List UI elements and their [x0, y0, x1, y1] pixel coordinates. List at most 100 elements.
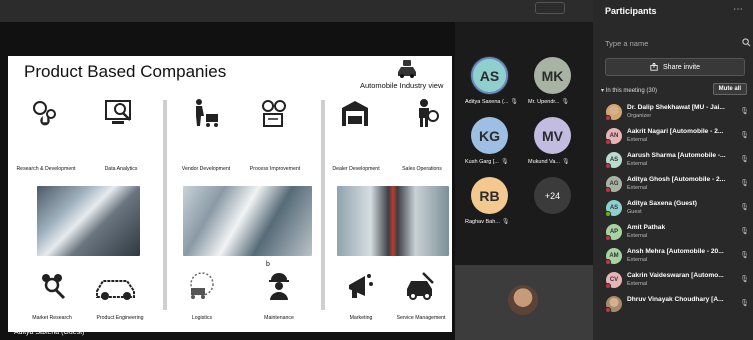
avatar: AS: [605, 200, 622, 217]
mic-off-icon[interactable]: 🎙: [740, 275, 749, 283]
tile-name: Kush Garg [...: [465, 159, 499, 165]
participant-name: Aditya Saxena (Guest): [627, 200, 697, 207]
maintenance-label: Maintenance: [264, 315, 294, 321]
mic-off-icon[interactable]: 🎙: [740, 107, 749, 115]
car-dealer-photo: [337, 186, 449, 256]
gallery-tile[interactable]: MV Mukund Va... 🎙: [528, 117, 571, 165]
participant-row[interactable]: Dhruv Vinayak Choudhary [A... 🎙: [593, 292, 753, 316]
mic-off-icon[interactable]: 🎙: [740, 155, 749, 163]
participant-name: Ansh Mehra [Automobile - 20...: [627, 248, 724, 255]
mute-all-button[interactable]: Mute all: [712, 83, 747, 95]
self-video-tile[interactable]: [455, 265, 593, 340]
tile-name: Mr. Upendr...: [528, 99, 560, 105]
gallery-tile[interactable]: KG Kush Garg [... 🎙: [465, 117, 509, 165]
avatar: AN: [605, 128, 622, 145]
participant-row[interactable]: Dr. Dalip Shekhawat [MU - Jai... Organize…: [593, 100, 753, 124]
avatar: MK: [534, 57, 571, 94]
mic-off-icon[interactable]: 🎙: [740, 131, 749, 139]
participant-row[interactable]: AM Ansh Mehra [Automobile - 20... External…: [593, 244, 753, 268]
section-divider: [163, 100, 167, 310]
participant-role: External: [627, 137, 648, 143]
search-input[interactable]: [605, 36, 751, 50]
automobile-industry-label: Automobile Industry view: [360, 81, 444, 90]
participants-list: Dr. Dalip Shekhawat [MU - Jai... Organize…: [593, 100, 753, 316]
shared-content-stage: Product Based Companies Automobile Indus…: [0, 22, 455, 340]
presence-status-icon: [605, 307, 611, 313]
mic-off-icon: 🎙: [510, 99, 519, 105]
presentation-slide: Product Based Companies Automobile Indus…: [8, 56, 452, 332]
avatar-initials: AS: [609, 157, 619, 163]
logistics-icon: [183, 271, 221, 301]
more-participants-tile[interactable]: +24: [534, 177, 571, 214]
participant-row[interactable]: CV Cakrin Vaideswaran [Automo... External 🎙: [593, 268, 753, 292]
car-factory-photo: [183, 186, 312, 256]
data-analytics-label: Data Analytics: [104, 166, 138, 172]
participant-role: External: [627, 281, 648, 287]
presenter-name: Aditya Saxena (Guest): [14, 329, 85, 336]
toolbar-button[interactable]: [535, 2, 565, 14]
gallery-tile[interactable]: RB Raghav Bah... 🎙: [465, 177, 509, 225]
presence-status-icon: [605, 211, 611, 217]
section-divider: [321, 100, 325, 310]
presence-status-icon: [605, 187, 611, 193]
vendor-development-label: Vendor Development: [181, 166, 231, 172]
avatar: [605, 104, 622, 121]
dealer-development-icon: [340, 98, 370, 128]
more-options-icon[interactable]: ⋯: [733, 4, 743, 15]
panel-title: Participants: [605, 6, 657, 16]
presence-status-icon: [605, 259, 611, 265]
avatar: KG: [471, 117, 508, 154]
tile-name: Raghav Bah...: [465, 219, 500, 225]
participant-role: External: [627, 161, 648, 167]
share-invite-button[interactable]: Share invite: [605, 58, 745, 76]
participant-role: Organizer: [627, 113, 652, 119]
slide-title: Product Based Companies: [24, 62, 227, 81]
gallery-tile[interactable]: AS Aditya Saxena (... 🎙: [465, 57, 518, 105]
mic-off-icon: 🎙: [500, 159, 509, 165]
maintenance-icon: [264, 271, 294, 301]
mic-off-icon[interactable]: 🎙: [740, 227, 749, 235]
participant-row[interactable]: AN Aakrit Nagari [Automobile - 2... Extern…: [593, 124, 753, 148]
service-management-label: Service Management: [396, 315, 446, 321]
avatar: MV: [534, 117, 571, 154]
avatar: AG: [605, 176, 622, 193]
marketing-label: Marketing: [349, 315, 373, 321]
market-research-label: Market Research: [32, 315, 72, 321]
gallery-tile[interactable]: MK Mr. Upendr... 🎙: [528, 57, 571, 105]
participant-name: Aarush Sharma [Automobile -...: [627, 152, 726, 159]
sales-operations-label: Sales Operations: [402, 166, 442, 172]
participant-row[interactable]: AG Aditya Ghosh [Automobile - 2... Externa…: [593, 172, 753, 196]
participant-name: Cakrin Vaideswaran [Automo...: [627, 272, 724, 279]
participant-name: Aakrit Nagari [Automobile - 2...: [627, 128, 724, 135]
vendor-development-icon: [191, 98, 221, 128]
research-development-icon: [30, 98, 60, 128]
search-icon[interactable]: [742, 38, 751, 47]
mic-off-icon: 🎙: [501, 219, 510, 225]
automobile-icon: [398, 60, 416, 78]
mic-off-icon: 🎙: [562, 159, 570, 165]
car-interior-photo: [37, 186, 140, 256]
logistics-label: Logistics: [191, 315, 213, 321]
mic-off-icon[interactable]: 🎙: [740, 251, 749, 259]
participant-name: Dr. Dalip Shekhawat [MU - Jai...: [627, 104, 725, 111]
participant-role: Guest: [627, 209, 642, 215]
mic-off-icon[interactable]: 🎙: [740, 203, 749, 211]
more-participants-count: +24: [534, 177, 571, 214]
participants-panel: Participants ⋯ Share invite ▾ In this me…: [593, 0, 753, 340]
mic-off-icon[interactable]: 🎙: [740, 179, 749, 187]
participant-row[interactable]: AS Aditya Saxena (Guest) Guest 🎙: [593, 196, 753, 220]
tile-name: Mukund Va...: [528, 159, 560, 165]
avatar: AS: [471, 57, 508, 94]
avatar: AM: [605, 248, 622, 265]
participant-row[interactable]: AS Aarush Sharma [Automobile -... External…: [593, 148, 753, 172]
participant-role: External: [627, 185, 648, 191]
participant-row[interactable]: AP Amit Pathak External 🎙: [593, 220, 753, 244]
avatar: AP: [605, 224, 622, 241]
market-research-icon: [38, 271, 68, 301]
in-meeting-count: In this meeting (30): [605, 88, 658, 94]
avatar: CV: [605, 272, 622, 289]
mic-off-icon[interactable]: 🎙: [740, 299, 749, 307]
marketing-icon: [345, 271, 375, 301]
avatar: RB: [471, 177, 508, 214]
in-meeting-header[interactable]: ▾ In this meeting (30): [601, 87, 657, 94]
